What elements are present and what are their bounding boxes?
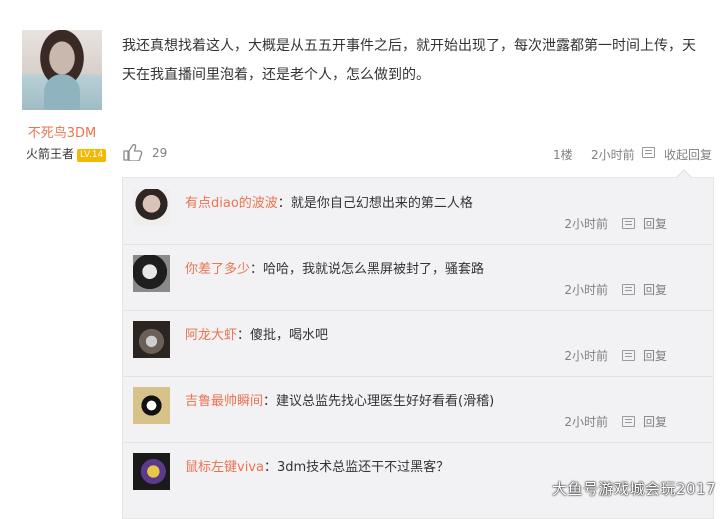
reply-text: 3dm技术总监还干不过黑客？ (276, 460, 450, 475)
reply-item: 阿龙大虾：傻批，喝水吧 2小时前 回复 (123, 310, 713, 377)
reply-button[interactable]: 回复 (643, 217, 667, 231)
reply-username[interactable]: 有点diao的波波 (185, 196, 278, 211)
reply-avatar[interactable] (133, 453, 170, 490)
reply-text: 就是你自己幻想出来的第二人格 (290, 196, 473, 211)
reply-button[interactable]: 回复 (643, 349, 667, 363)
author-title: 火箭王者 (26, 147, 75, 161)
comment-icon[interactable] (621, 218, 635, 229)
reply-username[interactable]: 你差了多少 (185, 262, 250, 277)
reply-button[interactable]: 回复 (643, 283, 667, 297)
comment-icon[interactable] (621, 416, 635, 427)
author-title-row: 火箭王者 LV.14 (26, 145, 107, 162)
level-badge: LV.14 (77, 149, 107, 162)
comment-icon[interactable] (621, 350, 635, 361)
author-username[interactable]: 不死鸟3DM (0, 122, 124, 141)
reply-username[interactable]: 鼠标左键viva (185, 460, 264, 475)
reply-time: 2小时前 (564, 349, 608, 363)
comment-icon[interactable] (642, 146, 655, 160)
reply-avatar[interactable] (133, 255, 170, 292)
thumbs-up-icon[interactable] (123, 143, 143, 161)
reply-avatar[interactable] (133, 189, 170, 226)
reply-text: 建议总监先找心理医生好好看看(滑稽) (276, 394, 495, 409)
reply-avatar[interactable] (133, 387, 170, 424)
reply-time: 2小时前 (564, 415, 608, 429)
collapse-replies-link[interactable]: 收起回复 (664, 146, 712, 163)
post-content: 我还真想找着这人，大概是从五五开事件之后，就开始出现了，每次泄露都第一时间上传，… (122, 38, 696, 83)
reply-list: 有点diao的波波：就是你自己幻想出来的第二人格 2小时前 回复 你差了多少：哈哈… (122, 177, 714, 519)
reply-time: 2小时前 (564, 217, 608, 231)
reply-item: 有点diao的波波：就是你自己幻想出来的第二人格 2小时前 回复 (123, 178, 713, 245)
reply-username[interactable]: 阿龙大虾 (185, 328, 237, 343)
author-avatar[interactable] (22, 30, 102, 110)
floor-number: 1楼 (553, 148, 573, 162)
watermark: 大鱼号游戏城会玩2017 (552, 480, 717, 498)
reply-time: 2小时前 (564, 283, 608, 297)
reply-text: 哈哈，我就说怎么黑屏被封了，骚套路 (263, 262, 485, 277)
reply-text: 傻批，喝水吧 (250, 328, 329, 343)
reply-button[interactable]: 回复 (643, 415, 667, 429)
reply-username[interactable]: 吉鲁最帅瞬间 (185, 394, 263, 409)
reply-item: 吉鲁最帅瞬间：建议总监先找心理医生好好看看(滑稽) 2小时前 回复 (123, 376, 713, 443)
reply-item: 你差了多少：哈哈，我就说怎么黑屏被封了，骚套路 2小时前 回复 (123, 244, 713, 311)
reply-box-caret-inner (677, 171, 691, 178)
comment-icon[interactable] (621, 284, 635, 295)
like-count: 29 (152, 146, 168, 160)
reply-avatar[interactable] (133, 321, 170, 358)
post-time: 2小时前 (591, 148, 635, 162)
